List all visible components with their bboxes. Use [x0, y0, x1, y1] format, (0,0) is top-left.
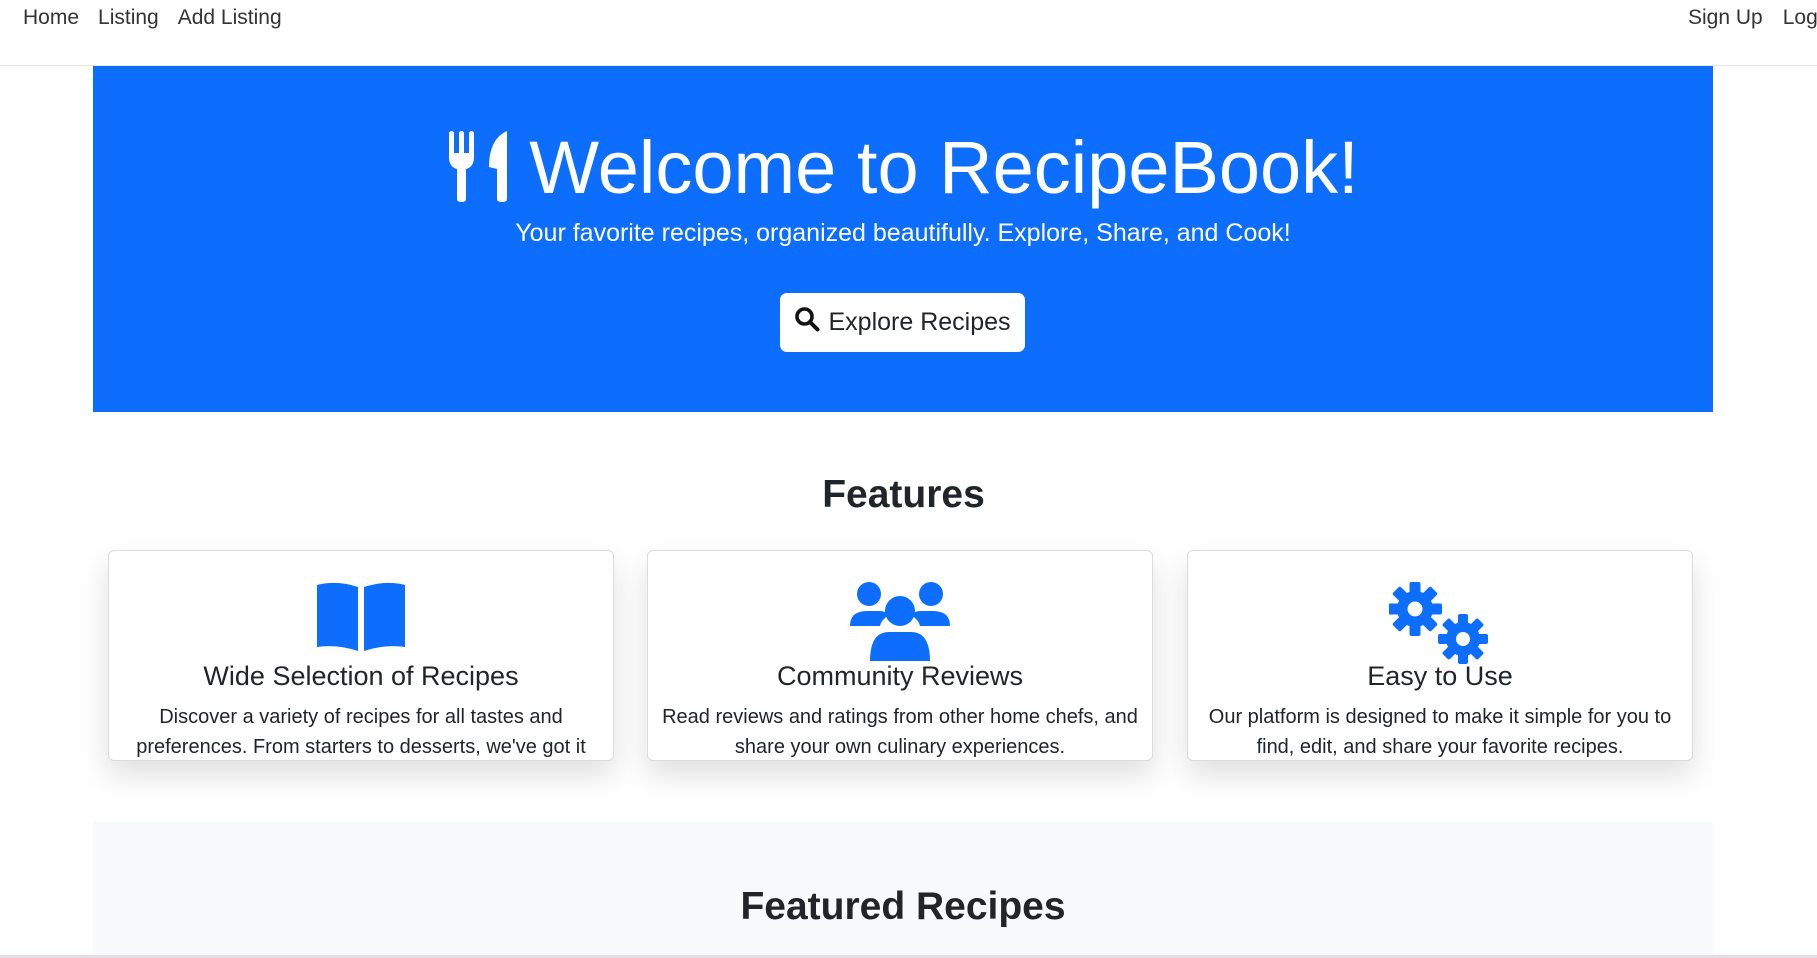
- feature-card-easy: Easy to Use Our platform is designed to …: [1187, 550, 1693, 761]
- hero-title: Welcome to RecipeBook!: [529, 126, 1359, 209]
- hero-subtitle: Your favorite recipes, organized beautif…: [515, 219, 1291, 247]
- navbar: Home Listing Add Listing Sign Up Login: [0, 0, 1817, 66]
- utensils-icon: [447, 129, 513, 208]
- cogs-icon: [1388, 581, 1491, 664]
- explore-recipes-label: Explore Recipes: [828, 308, 1011, 336]
- book-open-icon: [315, 581, 407, 657]
- feature-card-title: Easy to Use: [1367, 661, 1513, 691]
- explore-recipes-button[interactable]: Explore Recipes: [780, 293, 1025, 352]
- featured-recipes-section: Featured Recipes: [93, 822, 1713, 958]
- search-icon: [794, 306, 820, 339]
- hero-title-row: Welcome to RecipeBook!: [93, 124, 1713, 212]
- feature-card-recipes: Wide Selection of Recipes Discover a var…: [108, 550, 614, 761]
- features-heading: Features: [822, 473, 985, 516]
- nav-right-links: Sign Up Login: [1688, 6, 1817, 30]
- nav-link-add-listing[interactable]: Add Listing: [178, 6, 282, 30]
- feature-card-title: Community Reviews: [776, 661, 1024, 691]
- nav-left-links: Home Listing Add Listing: [23, 6, 282, 30]
- nav-link-listing[interactable]: Listing: [98, 6, 159, 30]
- feature-card-text: Read reviews and ratings from other home…: [662, 706, 1138, 758]
- nav-link-login[interactable]: Login: [1783, 6, 1817, 30]
- feature-card-text: Our platform is designed to make it simp…: [1208, 706, 1672, 758]
- feature-card-reviews: Community Reviews Read reviews and ratin…: [647, 550, 1153, 761]
- hero-banner: Welcome to RecipeBook! Your favorite rec…: [93, 66, 1713, 412]
- nav-link-home[interactable]: Home: [23, 6, 79, 30]
- users-icon: [849, 581, 951, 661]
- feature-card-text: Discover a variety of recipes for all ta…: [136, 706, 586, 758]
- featured-recipes-heading: Featured Recipes: [740, 885, 1066, 928]
- feature-card-title: Wide Selection of Recipes: [203, 661, 519, 691]
- page: Home Listing Add Listing Sign Up Login: [0, 0, 1817, 958]
- nav-link-sign-up[interactable]: Sign Up: [1688, 6, 1763, 30]
